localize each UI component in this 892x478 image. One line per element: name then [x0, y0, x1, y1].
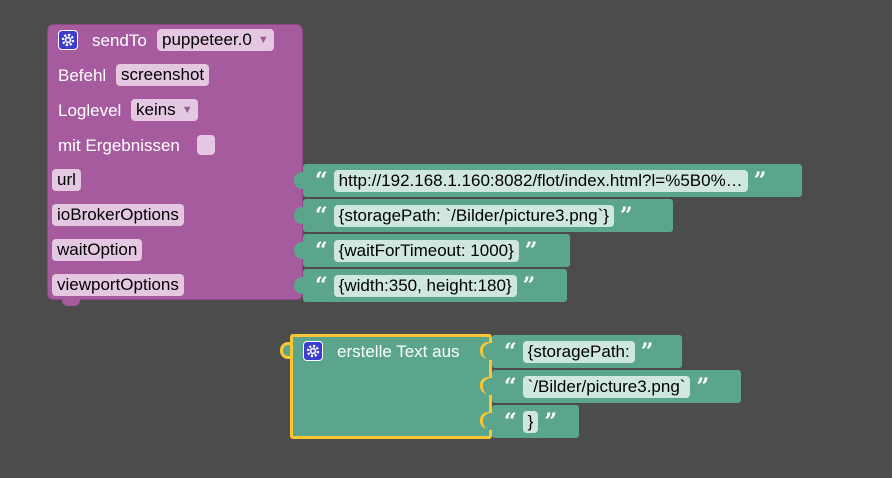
text-block-iobrokeroptions[interactable]: “ {storagePath: `/Bilder/picture3.png`} …	[294, 199, 673, 232]
sendto-next-connector	[62, 298, 80, 306]
close-quote-icon: ”	[522, 272, 536, 299]
close-quote-icon: ”	[524, 237, 538, 264]
befehl-field[interactable]: screenshot	[116, 64, 210, 86]
instance-value: puppeteer.0	[162, 30, 252, 49]
results-checkbox[interactable]	[197, 135, 215, 155]
text-block-part-1[interactable]: “ {storagePath: ”	[483, 335, 682, 368]
text-block-viewportoptions[interactable]: “ {width:350, height:180} ”	[294, 269, 567, 302]
instance-dropdown[interactable]: puppeteer.0 ▼	[157, 29, 274, 51]
input-label-iobrokeroptions[interactable]: ioBrokerOptions	[52, 204, 184, 226]
text-block-part-2[interactable]: “ `/Bilder/picture3.png` ”	[483, 370, 741, 403]
text-value-viewportoptions[interactable]: {width:350, height:180}	[333, 274, 517, 297]
close-quote-icon: ”	[640, 338, 654, 365]
open-quote-icon: “	[315, 272, 328, 299]
open-quote-icon: “	[315, 237, 328, 264]
text-value-url[interactable]: http://192.168.1.160:8082/flot/index.htm…	[333, 169, 748, 192]
text-value-part-2[interactable]: `/Bilder/picture3.png`	[522, 375, 691, 398]
text-value-iobrokeroptions[interactable]: {storagePath: `/Bilder/picture3.png`}	[333, 204, 614, 227]
close-quote-icon: ”	[696, 373, 710, 400]
open-quote-icon: “	[315, 202, 328, 229]
text-value-part-1[interactable]: {storagePath:	[522, 340, 635, 363]
sendto-title: sendTo	[92, 31, 147, 50]
open-quote-icon: “	[315, 167, 328, 194]
input-label-waitoption[interactable]: waitOption	[52, 239, 143, 261]
gear-icon[interactable]	[303, 341, 323, 361]
input-label-viewportoptions[interactable]: viewportOptions	[52, 274, 184, 296]
close-quote-icon: ”	[619, 202, 633, 229]
loglevel-label: Loglevel	[58, 101, 122, 120]
close-quote-icon: ”	[753, 167, 767, 194]
dropdown-arrow-icon: ▼	[181, 104, 193, 116]
open-quote-icon: “	[504, 373, 517, 400]
input-label-url[interactable]: url	[52, 169, 81, 191]
close-quote-icon: ”	[544, 408, 557, 435]
open-quote-icon: “	[504, 408, 517, 435]
dropdown-arrow-icon: ▼	[257, 34, 269, 46]
open-quote-icon: “	[504, 338, 517, 365]
text-block-waitoption[interactable]: “ {waitForTimeout: 1000} ”	[294, 234, 570, 267]
results-label: mit Ergebnissen	[58, 136, 180, 155]
text-block-part-3[interactable]: “ } ”	[483, 405, 579, 438]
text-value-waitoption[interactable]: {waitForTimeout: 1000}	[333, 239, 519, 262]
loglevel-value: keins	[136, 100, 176, 119]
loglevel-dropdown[interactable]: keins ▼	[131, 99, 198, 121]
text-block-url[interactable]: “ http://192.168.1.160:8082/flot/index.h…	[294, 164, 802, 197]
text-value-part-3[interactable]: }	[522, 410, 539, 433]
gear-icon[interactable]	[58, 30, 78, 50]
befehl-label: Befehl	[58, 66, 107, 85]
create-text-title: erstelle Text aus	[337, 342, 460, 361]
